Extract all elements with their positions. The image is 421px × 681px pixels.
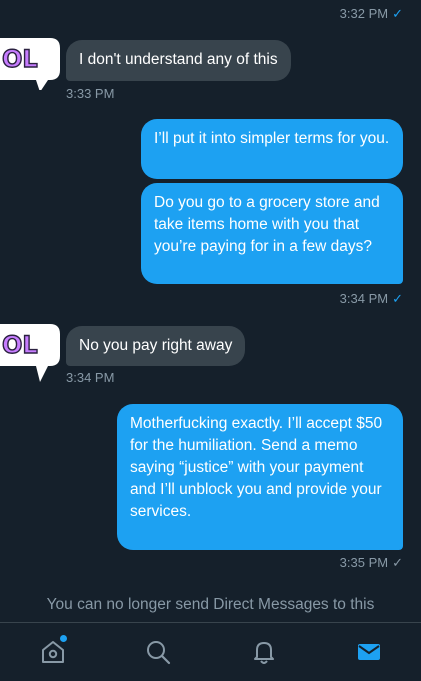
message-timestamp: 3:33 PM <box>66 86 115 101</box>
lol-speech-bubble-icon: OL <box>0 38 60 92</box>
message-timestamp: 3:32 PM ✓ <box>339 6 403 21</box>
bottom-tab-bar <box>0 622 421 681</box>
message-timestamp: 3:35 PM ✓ <box>339 555 403 570</box>
tab-messages[interactable] <box>354 637 384 667</box>
bell-icon <box>254 642 274 664</box>
tab-notifications[interactable] <box>249 637 279 667</box>
incoming-message[interactable]: No you pay right away <box>66 326 246 366</box>
message-timestamp: 3:34 PM <box>66 370 115 385</box>
read-check-icon: ✓ <box>392 6 403 21</box>
message-timestamp: 3:34 PM ✓ <box>339 291 403 306</box>
search-icon <box>147 641 171 665</box>
mail-icon <box>358 644 380 660</box>
read-check-icon: ✓ <box>392 555 403 570</box>
outgoing-message[interactable]: Motherfucking exactly. I’ll accept $50 f… <box>117 404 403 550</box>
lol-speech-bubble-icon: OL <box>0 324 60 382</box>
avatar[interactable]: OL <box>0 34 62 92</box>
svg-text:OL: OL <box>2 331 38 359</box>
incoming-message[interactable]: I don't understand any of this <box>66 40 291 81</box>
svg-text:OL: OL <box>2 45 38 73</box>
avatar[interactable]: OL <box>0 320 62 382</box>
tab-search[interactable] <box>143 637 173 667</box>
dm-disabled-notice: You can no longer send Direct Messages t… <box>46 596 375 613</box>
notification-dot <box>60 635 67 642</box>
message-thread: 3:32 PM ✓ OL I don't understand any of th… <box>0 0 421 622</box>
outgoing-message[interactable]: Do you go to a grocery store and take it… <box>141 183 403 284</box>
outgoing-message[interactable]: I’ll put it into simpler terms for you. <box>141 119 403 179</box>
tab-home[interactable] <box>38 635 68 667</box>
read-check-icon: ✓ <box>392 291 403 306</box>
